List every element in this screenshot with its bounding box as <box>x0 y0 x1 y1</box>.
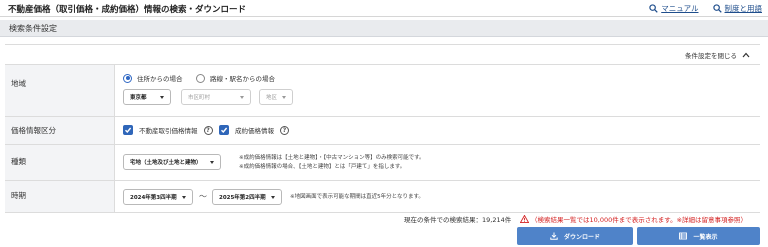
radio-address-indicator <box>123 73 132 83</box>
city-placeholder: 市区町村 <box>188 95 211 101</box>
caret-down-icon <box>240 96 244 99</box>
kind-value: 宅地（土地及び土地と建物） <box>130 160 202 166</box>
radio-line-label: 路線・駅名からの場合 <box>210 75 275 83</box>
download-button-label: ダウンロード <box>563 233 600 241</box>
kind-label: 種類 <box>11 157 26 166</box>
radio-line[interactable]: 路線・駅名からの場合 <box>196 73 275 83</box>
page-title: 不動産価格（取引価格・成約価格）情報の検索・ダウンロード <box>8 5 247 15</box>
radio-address-label: 住所からの場合 <box>137 75 183 83</box>
kind-select[interactable]: 宅地（土地及び土地と建物） <box>123 154 221 170</box>
period-to-value: 2025年第2四半期 <box>219 195 266 201</box>
caret-down-icon <box>182 196 186 199</box>
city-select[interactable]: 市区町村 <box>181 89 251 105</box>
price-type-label-cell: 価格情報区分 <box>5 117 115 144</box>
period-content: 2024年第3四半期 〜 2025年第2四半期 ※地図画面で表示可能な期間は直近… <box>115 181 760 212</box>
period-label: 時期 <box>11 191 26 200</box>
manual-link-label: マニュアル <box>661 4 699 13</box>
area-label-cell: 地域 <box>5 65 115 116</box>
help-icon[interactable]: ? <box>280 125 289 135</box>
help-icon[interactable]: ? <box>203 125 213 135</box>
result-count: 現在の条件での検索結果：19,214件 <box>404 216 512 224</box>
checkbox-contract-box <box>219 125 229 135</box>
price-type-content: 不動産取引価格情報 ? 成約価格情報 ? <box>115 117 760 144</box>
prefecture-value: 東京都 <box>130 95 147 101</box>
search-icon <box>712 4 722 13</box>
kind-row: 種類 宅地（土地及び土地と建物） ※成約価格情報は【土地と建物】・【中古マンショ… <box>5 145 760 181</box>
caret-down-icon <box>160 96 164 99</box>
kind-note-1: ※成約価格情報は【土地と建物】・【中古マンション等】のみ検索可能です。 <box>239 155 425 161</box>
manual-link[interactable]: マニュアル <box>649 3 699 14</box>
period-label-cell: 時期 <box>5 181 115 212</box>
district-select[interactable]: 地区 <box>259 89 293 105</box>
price-type-label: 価格情報区分 <box>11 126 56 135</box>
area-content: 住所からの場合 路線・駅名からの場合 東京都 市区町村 地区 <box>115 65 760 116</box>
check-icon <box>221 127 228 134</box>
kind-content: 宅地（土地及び土地と建物） ※成約価格情報は【土地と建物】・【中古マンション等】… <box>115 145 760 180</box>
list-button-label: 一覧表示 <box>693 233 718 241</box>
period-to-select[interactable]: 2025年第2四半期 <box>212 189 282 205</box>
period-row: 時期 2024年第3四半期 〜 2025年第2四半期 ※地図画面で表示可能な期間… <box>5 181 760 213</box>
checkbox-contract[interactable]: 成約価格情報 ? <box>219 125 289 135</box>
district-placeholder: 地区 <box>266 95 278 101</box>
radio-address[interactable]: 住所からの場合 <box>123 73 183 83</box>
result-warning: （検索結果一覧では10,000件まで表示されます。※詳細は留意事項参照） <box>520 214 747 224</box>
header-links: マニュアル 制度と用語 <box>649 3 762 14</box>
price-type-row: 価格情報区分 不動産取引価格情報 ? 成約価格情報 ? <box>5 117 760 145</box>
area-row: 地域 住所からの場合 路線・駅名からの場合 東京都 市区町村 地区 <box>5 65 760 117</box>
page-header: 不動産価格（取引価格・成約価格）情報の検索・ダウンロード マニュアル 制度と用語 <box>0 0 768 17</box>
checkbox-transaction[interactable]: 不動産取引価格情報 ? <box>123 125 213 135</box>
download-button[interactable]: ダウンロード <box>517 227 633 245</box>
caret-down-icon <box>271 196 275 199</box>
kind-label-cell: 種類 <box>5 145 115 180</box>
collapse-conditions-label: 条件設定を閉じる <box>685 52 737 60</box>
collapse-conditions-button[interactable]: 条件設定を閉じる <box>685 50 750 60</box>
radio-line-indicator <box>196 73 205 83</box>
period-separator: 〜 <box>199 192 207 201</box>
period-from-value: 2024年第3四半期 <box>130 195 177 201</box>
check-icon <box>125 127 132 134</box>
download-icon <box>550 232 558 240</box>
period-from-select[interactable]: 2024年第3四半期 <box>123 189 193 205</box>
list-button[interactable]: 一覧表示 <box>637 227 760 245</box>
table-icon <box>679 232 688 240</box>
terms-link[interactable]: 制度と用語 <box>712 3 763 14</box>
kind-note-2: ※成約価格情報の場合、【土地と建物】とは「戸建て」を指します。 <box>239 164 406 170</box>
toggle-row: 条件設定を閉じる <box>5 44 760 65</box>
caret-down-icon <box>210 161 214 164</box>
result-warning-text: （検索結果一覧では10,000件まで表示されます。※詳細は留意事項参照） <box>531 216 748 224</box>
period-note: ※地図画面で表示可能な期間は直近5年分となります。 <box>290 194 424 200</box>
search-icon <box>649 4 658 13</box>
section-title: 検索条件設定 <box>9 24 57 33</box>
checkbox-transaction-label: 不動産取引価格情報 <box>139 127 198 135</box>
chevron-up-icon <box>742 52 750 58</box>
caret-down-icon <box>282 96 286 99</box>
checkbox-contract-label: 成約価格情報 <box>235 127 274 135</box>
warning-icon <box>520 215 529 223</box>
section-bar: 検索条件設定 <box>0 20 768 37</box>
prefecture-select[interactable]: 東京都 <box>123 89 171 105</box>
terms-link-label: 制度と用語 <box>724 4 763 13</box>
area-label: 地域 <box>11 79 26 88</box>
checkbox-transaction-box <box>123 125 133 135</box>
